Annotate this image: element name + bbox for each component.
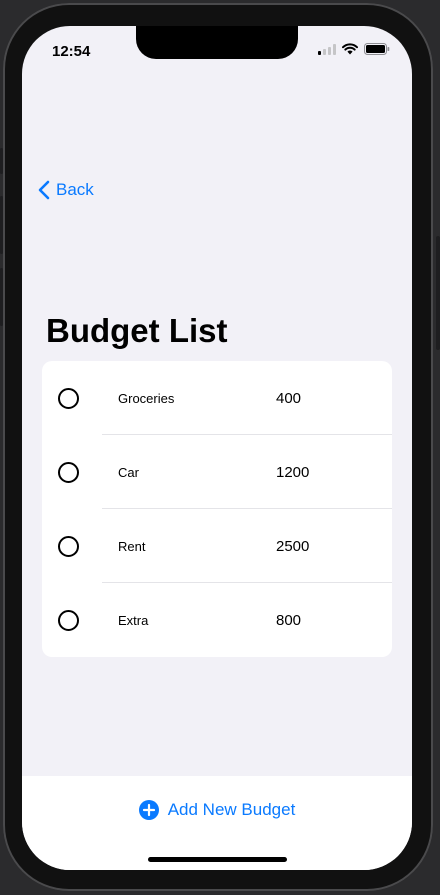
budget-name: Rent bbox=[118, 539, 146, 554]
page-title: Budget List bbox=[46, 312, 228, 349]
budget-name: Extra bbox=[118, 613, 149, 628]
budget-row-groceries[interactable]: Groceries 400 bbox=[42, 361, 392, 435]
device-power-button bbox=[436, 236, 440, 350]
budget-amount: 800 bbox=[276, 612, 302, 629]
budget-row-extra[interactable]: Extra 800 bbox=[42, 583, 392, 657]
status-icons bbox=[318, 43, 390, 55]
select-radio[interactable] bbox=[58, 462, 79, 483]
bottom-toolbar: Add New Budget bbox=[22, 776, 412, 870]
budget-amount: 2500 bbox=[276, 538, 310, 555]
status-time: 12:54 bbox=[52, 43, 91, 60]
device-frame: 12:54 Back Budget List Groceries 400 Car… bbox=[0, 0, 440, 895]
back-button[interactable]: Back bbox=[38, 180, 94, 200]
budget-amount: 400 bbox=[276, 390, 302, 407]
budget-row-rent[interactable]: Rent 2500 bbox=[42, 509, 392, 583]
select-radio[interactable] bbox=[58, 388, 79, 409]
app-screen: 12:54 Back Budget List Groceries 400 Car… bbox=[22, 26, 412, 870]
budget-amount: 1200 bbox=[276, 464, 310, 481]
chevron-left-icon bbox=[38, 180, 50, 200]
battery-icon bbox=[364, 43, 390, 55]
home-indicator[interactable] bbox=[148, 857, 287, 862]
plus-circle-icon bbox=[138, 800, 159, 820]
select-radio[interactable] bbox=[58, 610, 79, 631]
wifi-icon bbox=[342, 43, 358, 55]
add-new-budget-button[interactable]: Add New Budget bbox=[22, 800, 412, 820]
device-notch bbox=[136, 26, 298, 59]
cellular-signal-icon bbox=[318, 43, 336, 55]
select-radio[interactable] bbox=[58, 536, 79, 557]
budget-name: Groceries bbox=[118, 391, 175, 406]
back-button-label: Back bbox=[56, 180, 94, 199]
budget-row-car[interactable]: Car 1200 bbox=[42, 435, 392, 509]
budget-name: Car bbox=[118, 465, 139, 480]
budget-list: Groceries 400 Car 1200 Rent 2500 Extra 8… bbox=[42, 361, 392, 657]
add-new-budget-label: Add New Budget bbox=[167, 800, 296, 819]
